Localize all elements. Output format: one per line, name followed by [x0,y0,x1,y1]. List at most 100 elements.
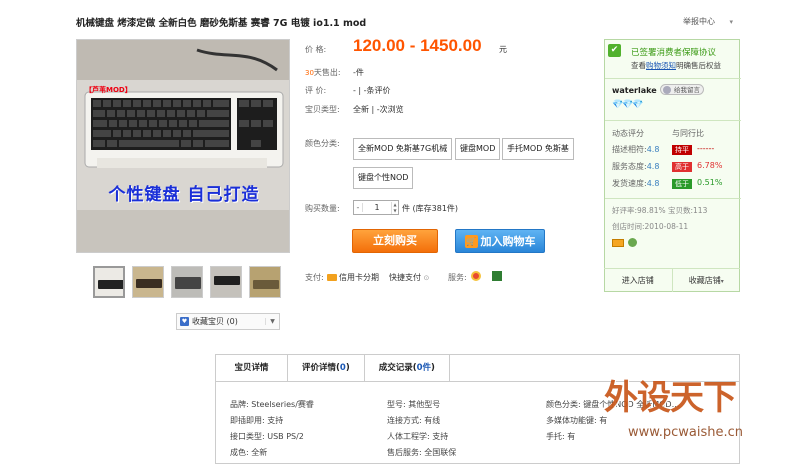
dsr-desc-name: 描述相符: [612,145,647,154]
enter-shop-button[interactable]: 进入店铺 [604,269,672,292]
attr-interface: 接口类型: USB PS/2 [230,432,304,441]
stock-text: 件 (库存381件) [402,204,459,213]
option-3[interactable]: 手托MOD 免斯基 [502,138,574,160]
thumbnail-1[interactable] [93,266,125,298]
favorite-item-button[interactable]: ♥ 收藏宝贝 (0) ▼ [176,313,280,330]
quantity-stepper[interactable]: - 1 ▲ ▼ [353,200,399,215]
seller-name[interactable]: waterlake [612,86,657,95]
tab-item-detail[interactable]: 宝贝详情 [216,355,288,381]
qty-label: 购买数量: [305,204,340,213]
dsr-desc-tag: 持平 [672,145,692,155]
watermark-logo: 外设天下 [604,378,737,418]
chevron-down-icon: ▾ [720,278,724,285]
seller-footer: 进入店铺 收藏店铺▾ [604,268,740,292]
image-stamp: 【芦苇MOD】 [85,86,132,94]
thumbnail-strip [93,266,281,298]
dsr-desc-score: 4.8 [646,145,660,154]
price-value: 120.00 - 1450.00 [353,36,482,55]
guarantee-link[interactable]: 购物须知 [646,61,676,70]
thumbnail-2[interactable] [132,266,164,298]
type-label: 宝贝类型: [305,105,340,114]
chevron-down-icon[interactable]: ▼ [265,318,279,325]
guarantee-text-1: 查看 [631,61,646,70]
type-value: 全新 | -次浏览 [353,105,404,114]
shop-created: 创店时间:2010-08-11 [612,222,689,231]
dsr-service-compare: 6.78% [697,161,723,170]
tab-transactions[interactable]: 成交记录(0件) [365,355,450,381]
attr-brand: 品牌: Steelseries/赛睿 [230,400,314,409]
thumbnail-5[interactable] [249,266,281,298]
attr-connection: 连接方式: 有线 [387,416,441,425]
dsr-ship-tag: 低于 [672,179,692,189]
dsr-service-label: 服务态度:4.8 [612,161,659,172]
favorite-icon: ♥ [180,317,189,326]
shield-icon: ✔ [608,44,621,57]
favorite-shop-button[interactable]: 收藏店铺▾ [671,269,741,292]
attr-media: 多媒体功能键: 有 [546,416,608,425]
credit-card-icon [612,239,624,247]
payment-quick[interactable]: 快捷支付 ⊙ [389,272,429,283]
price-label: 价 格: [305,45,327,54]
thumbnail-3[interactable] [171,266,203,298]
option-2[interactable]: 键盘MOD [455,138,501,160]
keyboard-photo [77,40,289,252]
attr-model: 型号: 其他型号 [387,400,441,409]
wangwang-message-button[interactable]: 给我留言 [660,84,704,95]
dsr-service-tag: 高于 [672,162,692,172]
dsr-ship-compare: 0.51% [697,178,723,187]
thumbnail-4[interactable] [210,266,242,298]
sold-value: -件 [353,68,364,77]
buy-now-button[interactable]: 立刻购买 [352,229,438,253]
dsr-desc-compare: ------ [697,144,715,153]
guarantee-text: 查看购物须知明确售后权益 [631,60,721,71]
favorite-shop-label: 收藏店铺 [688,276,721,285]
attr-wrist: 手托: 有 [546,432,576,441]
dsr-desc-label: 描述相符:4.8 [612,144,659,155]
payment-credit-label: 信用卡分期 [339,273,379,282]
cart-icon: 🛒 [464,234,478,248]
tab-reviews[interactable]: 评价详情(0) [288,355,365,381]
report-label: 举报中心 [683,17,715,26]
praise-rate: 好评率:98.81% 宝贝数:113 [612,206,708,215]
add-to-cart-button[interactable]: 🛒 加入购物车 [455,229,545,253]
sold-label-text: 天售出: [313,68,341,77]
minus-icon[interactable]: - [354,203,363,212]
service-label: 服务: [448,273,467,282]
credit-card-icon [327,274,337,281]
rating-value[interactable]: - | -条评价 [353,85,391,96]
color-label: 颜色分类: [305,139,340,148]
guarantee-title[interactable]: 已签署消费者保障协议 [631,46,716,58]
price-unit: 元 [499,45,507,54]
seller-panel: ✔ 已签署消费者保障协议 查看购物须知明确售后权益 waterlake 给我留言… [604,39,741,292]
attr-plug: 即插即用: 支持 [230,416,284,425]
sold-days: 30 [305,69,314,77]
product-main-image[interactable]: 【芦苇MOD】 个性键盘 自己打造 [76,39,290,253]
dsr-ship-label: 发货速度:4.8 [612,178,659,189]
report-center-link[interactable]: 举报中心 ▾ [683,16,733,27]
tab-transactions-count: 0件 [416,363,432,373]
product-title: 机械键盘 烤漆定做 全新白色 磨砂免斯基 赛睿 7G 电镀 io1.1 mod [76,18,367,29]
tab-reviews-count: 0 [339,363,346,373]
dsr-service-name: 服务态度: [612,162,647,171]
dsr-compare: 与同行比 [672,129,704,138]
option-1[interactable]: 全新MOD 免斯基7G机械 [353,138,453,160]
image-slogan: 个性键盘 自己打造 [108,185,260,205]
payment-label: 支付: [305,273,324,282]
payment-credit[interactable]: 信用卡分期 [327,272,379,283]
payment-quick-label: 快捷支付 [389,273,421,282]
service-icons [471,271,502,283]
tab-transactions-label: 成交记录 [378,363,413,373]
dsr-ship-score: 4.8 [646,179,660,188]
tab-reviews-label: 评价详情 [302,363,337,373]
option-4[interactable]: 键盘个性NOD [353,167,414,189]
chevron-down-icon: ⊙ [423,274,430,282]
service-mail-icon [491,271,502,281]
attr-ergonomic: 人体工程学: 支持 [387,432,449,441]
sold-label: 30天售出: [305,67,341,78]
watermark-url: www.pcwaishe.cn [628,425,743,440]
quantity-input[interactable]: 1 [363,203,391,212]
add-to-cart-label: 加入购物车 [480,235,536,248]
spin-arrows-icon[interactable]: ▲ ▼ [391,201,398,214]
rating-label: 评 价: [305,86,327,95]
attr-condition: 成色: 全新 [230,448,268,457]
